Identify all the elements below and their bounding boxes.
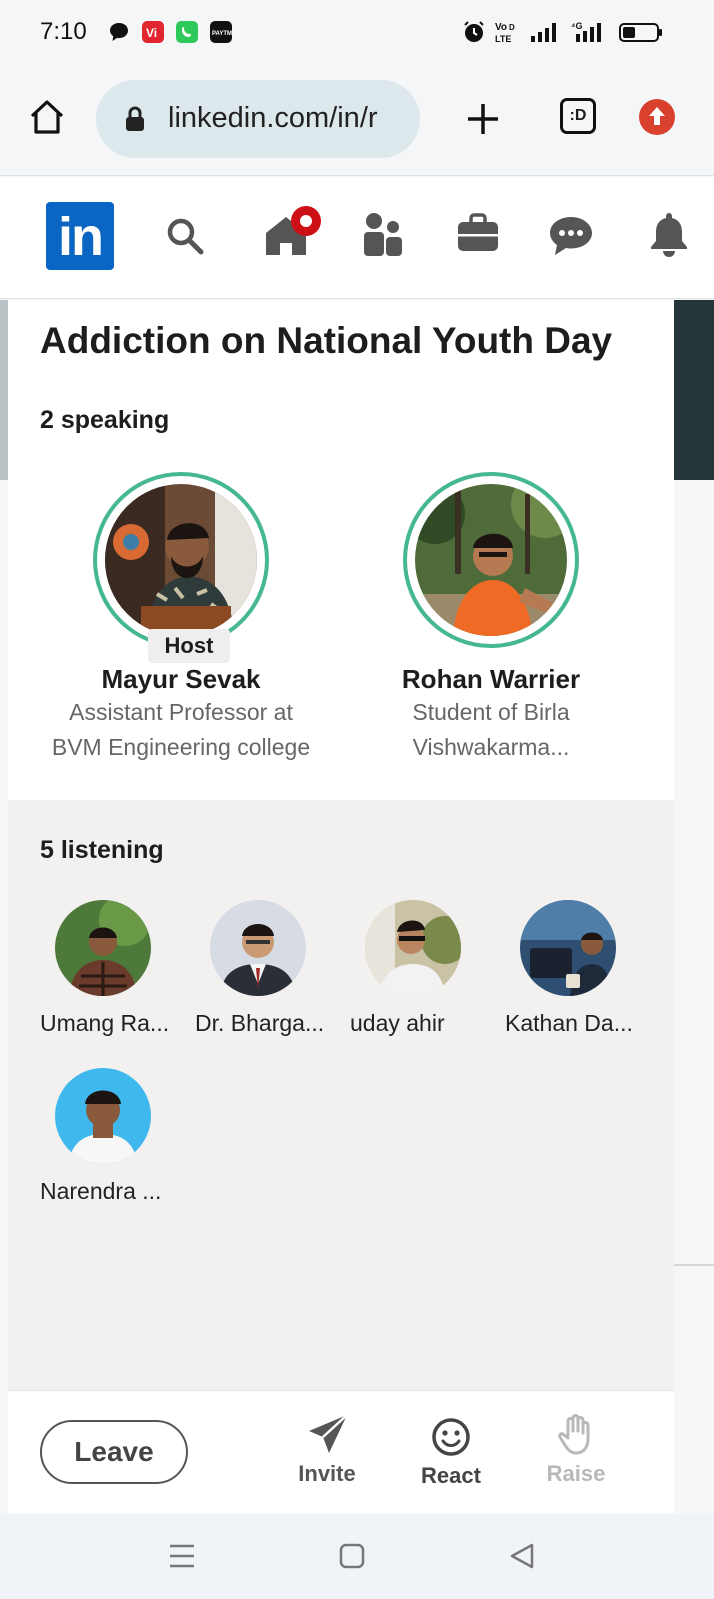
speaker-subtitle-line2: Vishwakarma...: [412, 734, 570, 760]
update-icon[interactable]: [638, 98, 676, 136]
svg-text:LTE: LTE: [495, 34, 511, 44]
browser-toolbar: linkedin.com/in/r :D: [0, 64, 714, 176]
listener-name: Dr. Bharga...: [195, 1010, 325, 1036]
speaking-count: 2 speaking: [40, 406, 170, 434]
svg-text:⁴G: ⁴G: [571, 21, 582, 31]
linkedin-nav-bar: in: [0, 177, 714, 299]
status-time: 7:10: [40, 18, 87, 45]
notifications-bell-icon[interactable]: [648, 211, 690, 257]
leave-button[interactable]: Leave: [40, 1420, 188, 1484]
audio-room-panel: Addiction on National Youth Day 2 speaki…: [8, 300, 674, 1513]
svg-text:Vi: Vi: [146, 26, 157, 40]
avatar: [365, 900, 461, 996]
4g-signal-icon: ⁴G: [571, 21, 601, 42]
avatar: [520, 900, 616, 996]
listeners-section: 5 listening Umang Ra... Dr. Bharga... ud…: [8, 800, 674, 1390]
jobs-briefcase-icon[interactable]: [456, 213, 500, 253]
listener-name: uday ahir: [350, 1010, 445, 1036]
speaker-subtitle-line2: BVM Engineering college: [51, 734, 311, 760]
vi-app-icon: Vi: [142, 21, 164, 43]
listener-name: Narendra ...: [40, 1178, 162, 1204]
home-nav-item[interactable]: [264, 205, 324, 257]
battery-icon: [619, 23, 662, 42]
home-icon[interactable]: [28, 98, 66, 136]
speaker-photo-mayur: [105, 484, 257, 636]
react-label: React: [421, 1463, 481, 1488]
notification-dot-icon: [291, 206, 321, 236]
linkedin-logo[interactable]: in: [46, 202, 114, 270]
chat-bubble-icon: [110, 23, 128, 41]
raise-hand-icon: [558, 1414, 590, 1455]
host-badge: Host: [148, 629, 230, 663]
avatar: [210, 900, 306, 996]
raise-label: Raise: [546, 1461, 606, 1486]
alarm-icon: [464, 21, 484, 42]
avatar: [55, 1068, 151, 1164]
volte-icon: VoLTE D: [495, 22, 515, 44]
status-bar: 7:10 Vi PAYTM Vo LTE D ⁴G: [0, 0, 714, 64]
messaging-icon[interactable]: [548, 215, 594, 257]
svg-text:Vo: Vo: [495, 22, 507, 33]
listening-count: 5 listening: [40, 836, 164, 864]
smiley-icon: [432, 1418, 470, 1456]
room-action-bar: Leave Invite React Raise: [8, 1390, 674, 1513]
recent-apps-icon[interactable]: [168, 1542, 196, 1570]
speaker-subtitle-line1: Student of Birla: [412, 699, 570, 725]
search-icon[interactable]: [164, 215, 206, 257]
tab-switcher-button[interactable]: :D: [560, 98, 596, 134]
speaker-avatar-ring: [403, 472, 579, 648]
speaker-name: Mayur Sevak: [101, 664, 261, 694]
system-navigation-bar: [0, 1514, 714, 1599]
background-page-edge-right: [672, 300, 714, 480]
home-square-icon[interactable]: [338, 1542, 366, 1570]
listener-name: Umang Ra...: [40, 1010, 170, 1036]
back-triangle-icon[interactable]: [508, 1542, 536, 1570]
new-tab-plus-icon[interactable]: [466, 102, 500, 136]
address-bar[interactable]: linkedin.com/in/r: [96, 80, 420, 158]
listener-name: Kathan Da...: [505, 1010, 633, 1036]
speaker-name: Rohan Warrier: [401, 664, 581, 694]
speaker-photo-rohan: [415, 484, 567, 636]
invite-label: Invite: [298, 1461, 356, 1486]
my-network-icon[interactable]: [362, 211, 404, 257]
paytm-icon: PAYTM: [210, 21, 232, 43]
avatar: [415, 484, 567, 636]
svg-text:D: D: [509, 23, 515, 32]
whatsapp-icon: [176, 21, 198, 43]
background-divider: [672, 1264, 714, 1266]
url-text: linkedin.com/in/r: [168, 102, 378, 134]
avatar: [105, 484, 257, 636]
speaker-avatar-ring: [93, 472, 269, 648]
avatar: [55, 900, 151, 996]
send-plane-icon: [309, 1414, 348, 1453]
tab-switcher-label: :D: [569, 107, 587, 124]
speaker-subtitle-line1: Assistant Professor at: [69, 699, 293, 725]
signal-strength-icon: [531, 23, 556, 42]
svg-text:PAYTM: PAYTM: [212, 31, 232, 37]
room-title: Addiction on National Youth Day: [40, 320, 613, 361]
lock-icon: [126, 106, 144, 131]
